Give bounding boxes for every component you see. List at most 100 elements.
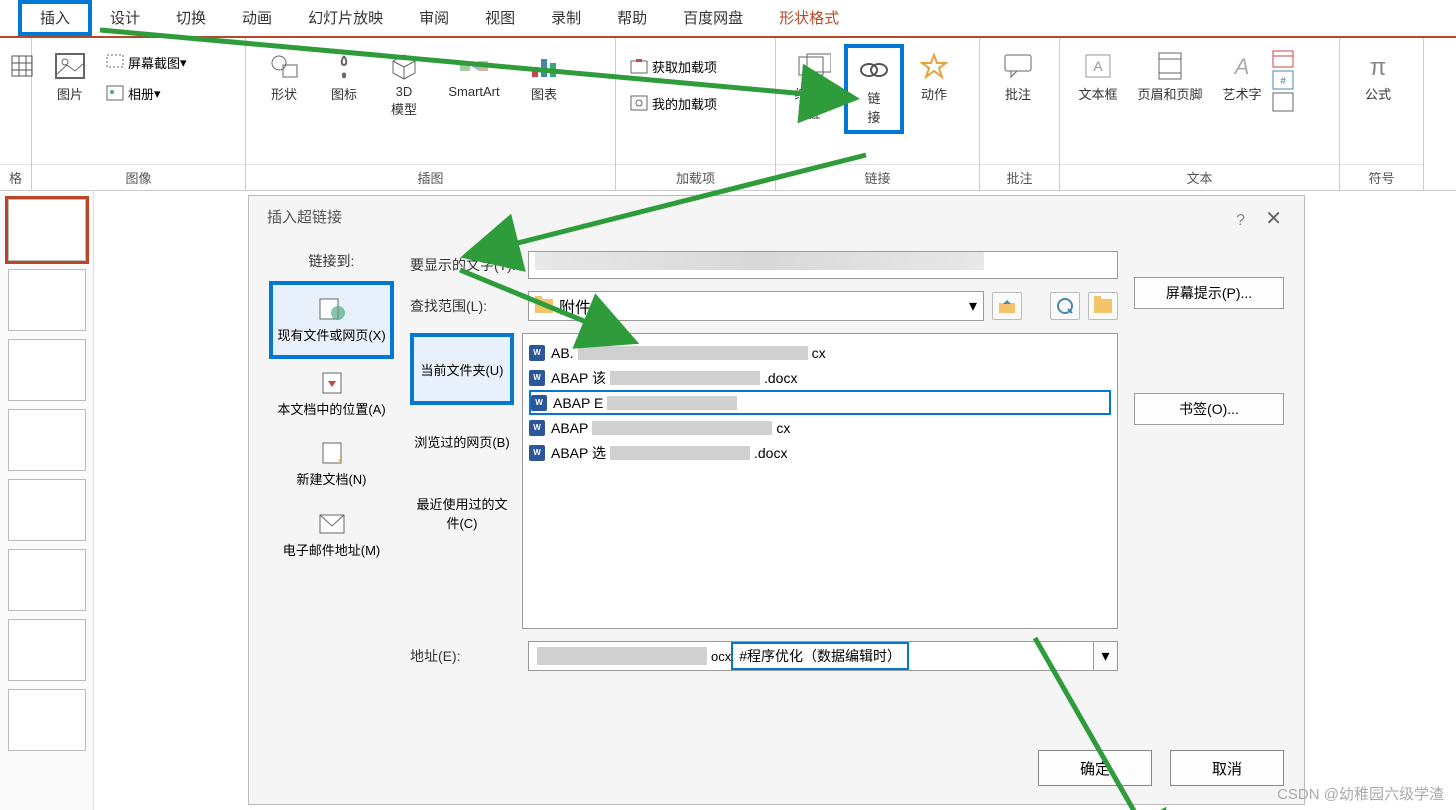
textbox-icon: A [1080, 48, 1116, 84]
tab-slideshow[interactable]: 幻灯片放映 [290, 0, 401, 36]
group-symbols-label: 符号 [1340, 164, 1423, 190]
file-item[interactable]: WABAPcx [529, 415, 1111, 440]
svg-text:A: A [1093, 58, 1103, 74]
dialog-close-button[interactable]: ✕ [1261, 208, 1286, 230]
svg-text:π: π [1370, 54, 1387, 80]
address-dropdown-button[interactable]: ▾ [1094, 641, 1118, 671]
scope-recent-files[interactable]: 最近使用过的文件(C) [410, 477, 514, 549]
tab-insert[interactable]: 插入 [18, 0, 92, 36]
album-button[interactable]: 相册 ▾ [100, 81, 193, 106]
slide-thumb[interactable] [8, 269, 86, 331]
textbox-button[interactable]: A文本框 [1068, 44, 1128, 107]
dialog-help-button[interactable]: ? [1224, 212, 1257, 229]
tab-baidu[interactable]: 百度网盘 [665, 0, 761, 36]
browse-web-button[interactable] [1050, 292, 1080, 320]
linkto-new-document[interactable]: 新建文档(N) [269, 429, 394, 499]
lookfor-label: 查找范围(L): [410, 296, 528, 316]
screenshot-button[interactable]: 屏幕截图 ▾ [100, 50, 193, 75]
address-input[interactable]: ocx #程序优化（数据编辑时） [528, 641, 1094, 671]
scope-current-folder[interactable]: 当前文件夹(U) [410, 333, 514, 405]
tab-record[interactable]: 录制 [533, 0, 599, 36]
link-button[interactable]: 链 接 [844, 44, 904, 134]
cube-icon [386, 48, 422, 84]
slide-thumbnail-pane[interactable] [0, 191, 94, 810]
group-addins-label: 加载项 [616, 164, 775, 190]
picture-icon [52, 48, 88, 84]
shapes-button[interactable]: 形状 [254, 44, 314, 107]
zoom-button[interactable]: 缩放定 位 [784, 44, 844, 126]
group-tables-label: 格 [0, 164, 31, 190]
file-item[interactable]: WABAP 选.docx [529, 440, 1111, 465]
svg-text:#: # [1280, 76, 1286, 87]
comment-button[interactable]: 批注 [988, 44, 1048, 107]
linkto-this-document[interactable]: 本文档中的位置(A) [269, 359, 394, 429]
tab-review[interactable]: 审阅 [401, 0, 467, 36]
bookmark-button[interactable]: 书签(O)... [1134, 393, 1284, 425]
slide-thumb[interactable] [8, 339, 86, 401]
store-icon [630, 58, 648, 76]
word-doc-icon: W [529, 420, 545, 436]
icons-button[interactable]: 图标 [314, 44, 374, 107]
slide-thumb[interactable] [8, 549, 86, 611]
object-icon[interactable] [1272, 92, 1296, 114]
wordart-icon: A [1224, 48, 1260, 84]
slide-thumb[interactable] [8, 479, 86, 541]
shapes-icon [266, 48, 302, 84]
group-links-label: 链接 [776, 164, 979, 190]
address-label: 地址(E): [410, 646, 528, 666]
word-doc-icon: W [529, 370, 545, 386]
slidenum-icon[interactable]: # [1272, 70, 1296, 92]
3dmodel-button[interactable]: 3D 模型 [374, 44, 434, 122]
action-button[interactable]: 动作 [904, 44, 964, 107]
chevron-down-icon: ▾ [969, 296, 977, 316]
pictures-button[interactable]: 图片 [40, 44, 100, 107]
cancel-button[interactable]: 取消 [1170, 750, 1284, 786]
up-folder-button[interactable] [992, 292, 1022, 320]
tab-view[interactable]: 视图 [467, 0, 533, 36]
address-bookmark-tag: #程序优化（数据编辑时） [731, 642, 909, 670]
folder-icon [535, 299, 553, 313]
group-text-label: 文本 [1060, 164, 1339, 190]
icons-icon [326, 48, 362, 84]
file-list[interactable]: WAB.cx WABAP 该.docx WABAP E WABAPcx WABA… [522, 333, 1118, 629]
slide-thumb[interactable] [8, 619, 86, 681]
insert-hyperlink-dialog: 插入超链接 ? ✕ 链接到: 现有文件或网页(X) 本文档中的位置(A) 新建文… [248, 195, 1305, 805]
ribbon-tabs: 插入 设计 切换 动画 幻灯片放映 审阅 视图 录制 帮助 百度网盘 形状格式 [0, 0, 1456, 38]
tab-help[interactable]: 帮助 [599, 0, 665, 36]
linkto-existing-file[interactable]: 现有文件或网页(X) [269, 281, 394, 359]
tab-animation[interactable]: 动画 [224, 0, 290, 36]
tab-transition[interactable]: 切换 [158, 0, 224, 36]
tab-shape-format[interactable]: 形状格式 [761, 0, 857, 36]
headerfooter-icon [1152, 48, 1188, 84]
screentip-button[interactable]: 屏幕提示(P)... [1134, 277, 1284, 309]
display-text-input[interactable] [528, 251, 1118, 279]
headerfooter-button[interactable]: 页眉和页脚 [1128, 44, 1212, 107]
scope-browsed-pages[interactable]: 浏览过的网页(B) [410, 405, 514, 477]
zoom-icon [796, 48, 832, 84]
slide-thumb[interactable] [8, 409, 86, 471]
slide-thumb[interactable] [8, 689, 86, 751]
wordart-button[interactable]: A艺术字 [1212, 44, 1272, 107]
word-doc-icon: W [529, 445, 545, 461]
lookfor-dropdown[interactable]: 附件 ▾ [528, 291, 984, 321]
browse-file-button[interactable] [1088, 292, 1118, 320]
slide-thumb[interactable] [8, 199, 86, 261]
folder-icon [1094, 299, 1112, 313]
datetime-icon[interactable] [1272, 48, 1296, 70]
myaddins-button[interactable]: 我的加载项 [624, 91, 723, 116]
album-icon [106, 85, 124, 103]
file-item[interactable]: WAB.cx [529, 340, 1111, 365]
smartart-button[interactable]: SmartArt [434, 44, 514, 103]
file-item[interactable]: WABAP E [529, 390, 1111, 415]
linkto-email[interactable]: 电子邮件地址(M) [269, 500, 394, 570]
chart-button[interactable]: 图表 [514, 44, 574, 107]
equation-button[interactable]: π公式 [1348, 44, 1408, 107]
getaddins-button[interactable]: 获取加载项 [624, 54, 723, 79]
document-location-icon [316, 369, 348, 397]
file-item[interactable]: WABAP 该.docx [529, 365, 1111, 390]
tab-design[interactable]: 设计 [92, 0, 158, 36]
star-icon [916, 48, 952, 84]
file-web-icon [316, 295, 348, 323]
smartart-icon [456, 48, 492, 84]
ok-button[interactable]: 确定 [1038, 750, 1152, 786]
